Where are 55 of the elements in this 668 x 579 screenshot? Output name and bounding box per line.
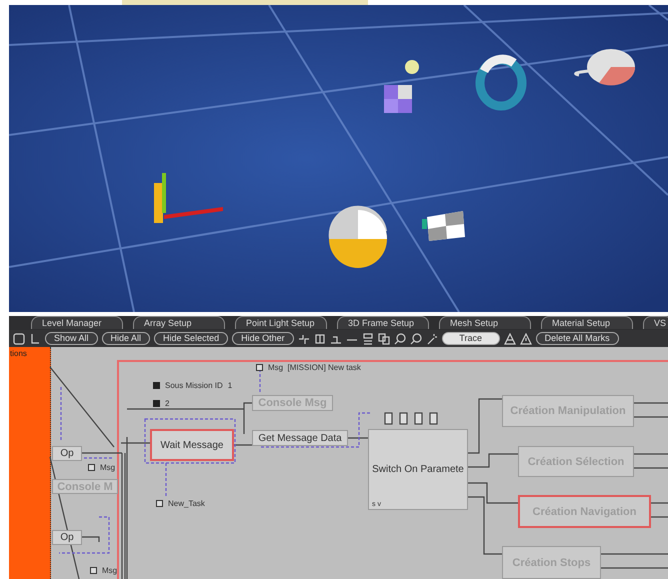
parameter-label: New_Task bbox=[168, 499, 205, 508]
parameter-label: Sous Mission ID bbox=[165, 381, 223, 390]
square-pin-icon bbox=[256, 364, 263, 371]
panel-icon[interactable] bbox=[13, 332, 25, 344]
toolbar-button[interactable]: Trace bbox=[442, 332, 500, 345]
square-pin-icon bbox=[90, 567, 97, 574]
pages-icon[interactable] bbox=[378, 332, 390, 344]
block-label: Op bbox=[60, 448, 74, 459]
block-label: Get Message Data bbox=[258, 432, 342, 444]
parameter-label: 2 bbox=[165, 399, 170, 408]
teapot-drawing bbox=[574, 49, 635, 86]
cube-drawing bbox=[384, 85, 412, 113]
checker-plane-drawing bbox=[422, 211, 465, 241]
toolbar-button[interactable]: Show All bbox=[45, 332, 98, 345]
triangle-icon[interactable] bbox=[520, 332, 532, 344]
toolbar-button[interactable]: Delete All Marks bbox=[536, 332, 619, 345]
editor-tab[interactable]: Material Setup bbox=[541, 316, 633, 329]
flag-icon bbox=[153, 400, 160, 407]
parameter-value: 1 bbox=[228, 381, 232, 390]
triangle-icon[interactable] bbox=[504, 332, 516, 344]
toolbar-button[interactable]: Hide All bbox=[102, 332, 150, 345]
square-pin-icon bbox=[88, 464, 95, 471]
block-label: Op bbox=[60, 532, 74, 543]
viewport-scene[interactable] bbox=[9, 5, 668, 312]
flag-icon bbox=[153, 382, 160, 389]
square-pin-icon bbox=[156, 500, 163, 507]
small-sphere-drawing bbox=[405, 60, 419, 74]
editor-tab[interactable]: Array Setup bbox=[133, 316, 225, 329]
editor-tab[interactable]: Level Manager bbox=[31, 316, 123, 329]
zoom-in-icon[interactable] bbox=[394, 332, 406, 344]
corner-icon[interactable] bbox=[29, 332, 41, 344]
toolbar-button[interactable]: Hide Selected bbox=[154, 332, 228, 345]
zoom-out-icon[interactable] bbox=[410, 332, 422, 344]
side-panel-label: tions bbox=[10, 349, 27, 358]
stack-icon[interactable] bbox=[362, 332, 374, 344]
editor-tab[interactable]: VS bbox=[643, 316, 668, 329]
parameter-label: Msg bbox=[102, 566, 118, 575]
graph-block[interactable]: Op bbox=[52, 530, 82, 545]
parameter-label: Msg bbox=[100, 463, 116, 472]
layout-icon[interactable] bbox=[298, 332, 310, 344]
graph-block[interactable]: Op bbox=[52, 446, 82, 461]
torus-drawing bbox=[476, 54, 526, 110]
block-label: Wait Message bbox=[160, 440, 224, 450]
editor-tab[interactable]: Mesh Setup bbox=[439, 316, 531, 329]
sphere-drawing bbox=[328, 206, 387, 268]
wand-icon[interactable] bbox=[426, 332, 438, 344]
toolbar-button[interactable]: Hide Other bbox=[232, 332, 294, 345]
axis-gizmo-drawing bbox=[154, 173, 223, 223]
block-label: Switch On Paramete bbox=[372, 464, 464, 475]
layout-icon[interactable] bbox=[314, 332, 326, 344]
parameter-label: Msg [MISSION] New task bbox=[268, 363, 361, 372]
graph-block[interactable]: Wait Message bbox=[150, 429, 234, 461]
editor-tab[interactable]: 3D Frame Setup bbox=[337, 316, 429, 329]
graph-block[interactable]: Get Message Data bbox=[252, 430, 348, 446]
editor-tab[interactable]: Point Light Setup bbox=[235, 316, 327, 329]
